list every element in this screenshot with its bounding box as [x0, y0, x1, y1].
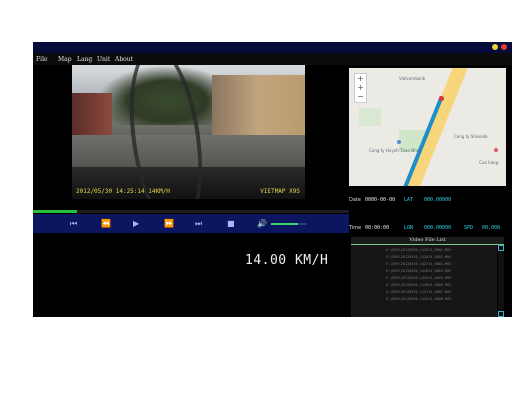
lon-value: 000.00000 [424, 225, 452, 231]
video-file-list[interactable]: E:\DVR\20120530_142514_0001.MOV E:\DVR\20… [351, 245, 497, 317]
date-label: Date [349, 197, 361, 203]
menu-lang[interactable]: Lang [77, 56, 92, 63]
video-file-list-title: Video File List [351, 237, 504, 245]
file-list-item[interactable]: E:\DVR\20120530_142614_0002.MOV [386, 255, 451, 259]
volume-icon[interactable]: 🔊 [257, 219, 267, 228]
lat-label: LAT [404, 197, 414, 203]
map-label: Vietcombank [399, 76, 426, 81]
map-label: Cua hang [479, 160, 499, 165]
lat-value: 000.00000 [424, 197, 452, 203]
file-list-item[interactable]: E:\DVR\20120530_143014_0006.MOV [386, 283, 451, 287]
file-list-item[interactable]: E:\DVR\20120530_142514_0001.MOV [386, 248, 451, 252]
title-bar [33, 42, 512, 53]
fast-forward-icon[interactable]: ⏩ [164, 219, 174, 228]
playback-controls: ⏮ ⏪ ▶ ⏩ ⏭ ■ 🔊 [33, 214, 349, 233]
file-list-scrollbar[interactable] [498, 245, 504, 317]
video-osd-timestamp: 2012/05/30 14:25:14 14KM/H [76, 188, 170, 195]
speed-readout: 14.00 KM/H [245, 253, 329, 268]
menu-map[interactable]: Map [58, 56, 72, 63]
volume-slider[interactable] [271, 223, 307, 225]
spd-label: SPD [464, 225, 474, 231]
speed-panel: 14.00 KM/H [33, 233, 349, 317]
map-label: Cong ty Shiseido [454, 134, 488, 139]
time-label: Time [349, 225, 362, 231]
file-list-item[interactable]: E:\DVR\20120530_143114_0007.MOV [386, 290, 451, 294]
map-zoom-control[interactable]: + + − [354, 73, 367, 103]
scroll-up-icon[interactable] [498, 245, 504, 251]
date-value: 0000-00-00 [365, 197, 396, 203]
map-label: Cong ty Huynh Than Nhat [369, 148, 421, 153]
playback-progress-bar[interactable] [33, 210, 349, 213]
menu-about[interactable]: About [115, 56, 133, 63]
volume-fill [271, 223, 298, 225]
file-list-item[interactable]: E:\DVR\20120530_142714_0003.MOV [386, 262, 451, 266]
file-list-item[interactable]: E:\DVR\20120530_143214_0008.MOV [386, 297, 451, 301]
video-osd-brand: VIETMAP X9S [260, 188, 300, 195]
scroll-down-icon[interactable] [498, 311, 504, 317]
map-view[interactable]: + + − Vietcombank Cong ty Huynh Than Nhat … [349, 68, 506, 186]
map-pin-icon [439, 96, 444, 101]
video-player[interactable]: 2012/05/30 14:25:14 14KM/H VIETMAP X9S [72, 65, 305, 199]
file-list-item[interactable]: E:\DVR\20120530_142914_0005.MOV [386, 276, 451, 280]
progress-fill [33, 210, 78, 213]
close-button[interactable] [501, 44, 507, 50]
menu-unit[interactable]: Unit [97, 56, 110, 63]
skip-start-icon[interactable]: ⏮ [70, 219, 77, 229]
menu-bar: File Map Lang Unit About [33, 53, 512, 65]
lon-label: LON [404, 225, 414, 231]
skip-end-icon[interactable]: ⏭ [195, 219, 202, 229]
spd-value: 00.000 [482, 225, 501, 231]
minimize-button[interactable] [492, 44, 498, 50]
rewind-icon[interactable]: ⏪ [101, 219, 111, 228]
file-list-item[interactable]: E:\DVR\20120530_142814_0004.MOV [386, 269, 451, 273]
app-window: File Map Lang Unit About 2012/05/30 14:2… [33, 42, 512, 317]
time-value: 00:00:00 [365, 225, 390, 231]
menu-file[interactable]: File [36, 56, 48, 63]
stop-icon[interactable]: ■ [227, 219, 235, 228]
play-icon[interactable]: ▶ [133, 219, 139, 228]
